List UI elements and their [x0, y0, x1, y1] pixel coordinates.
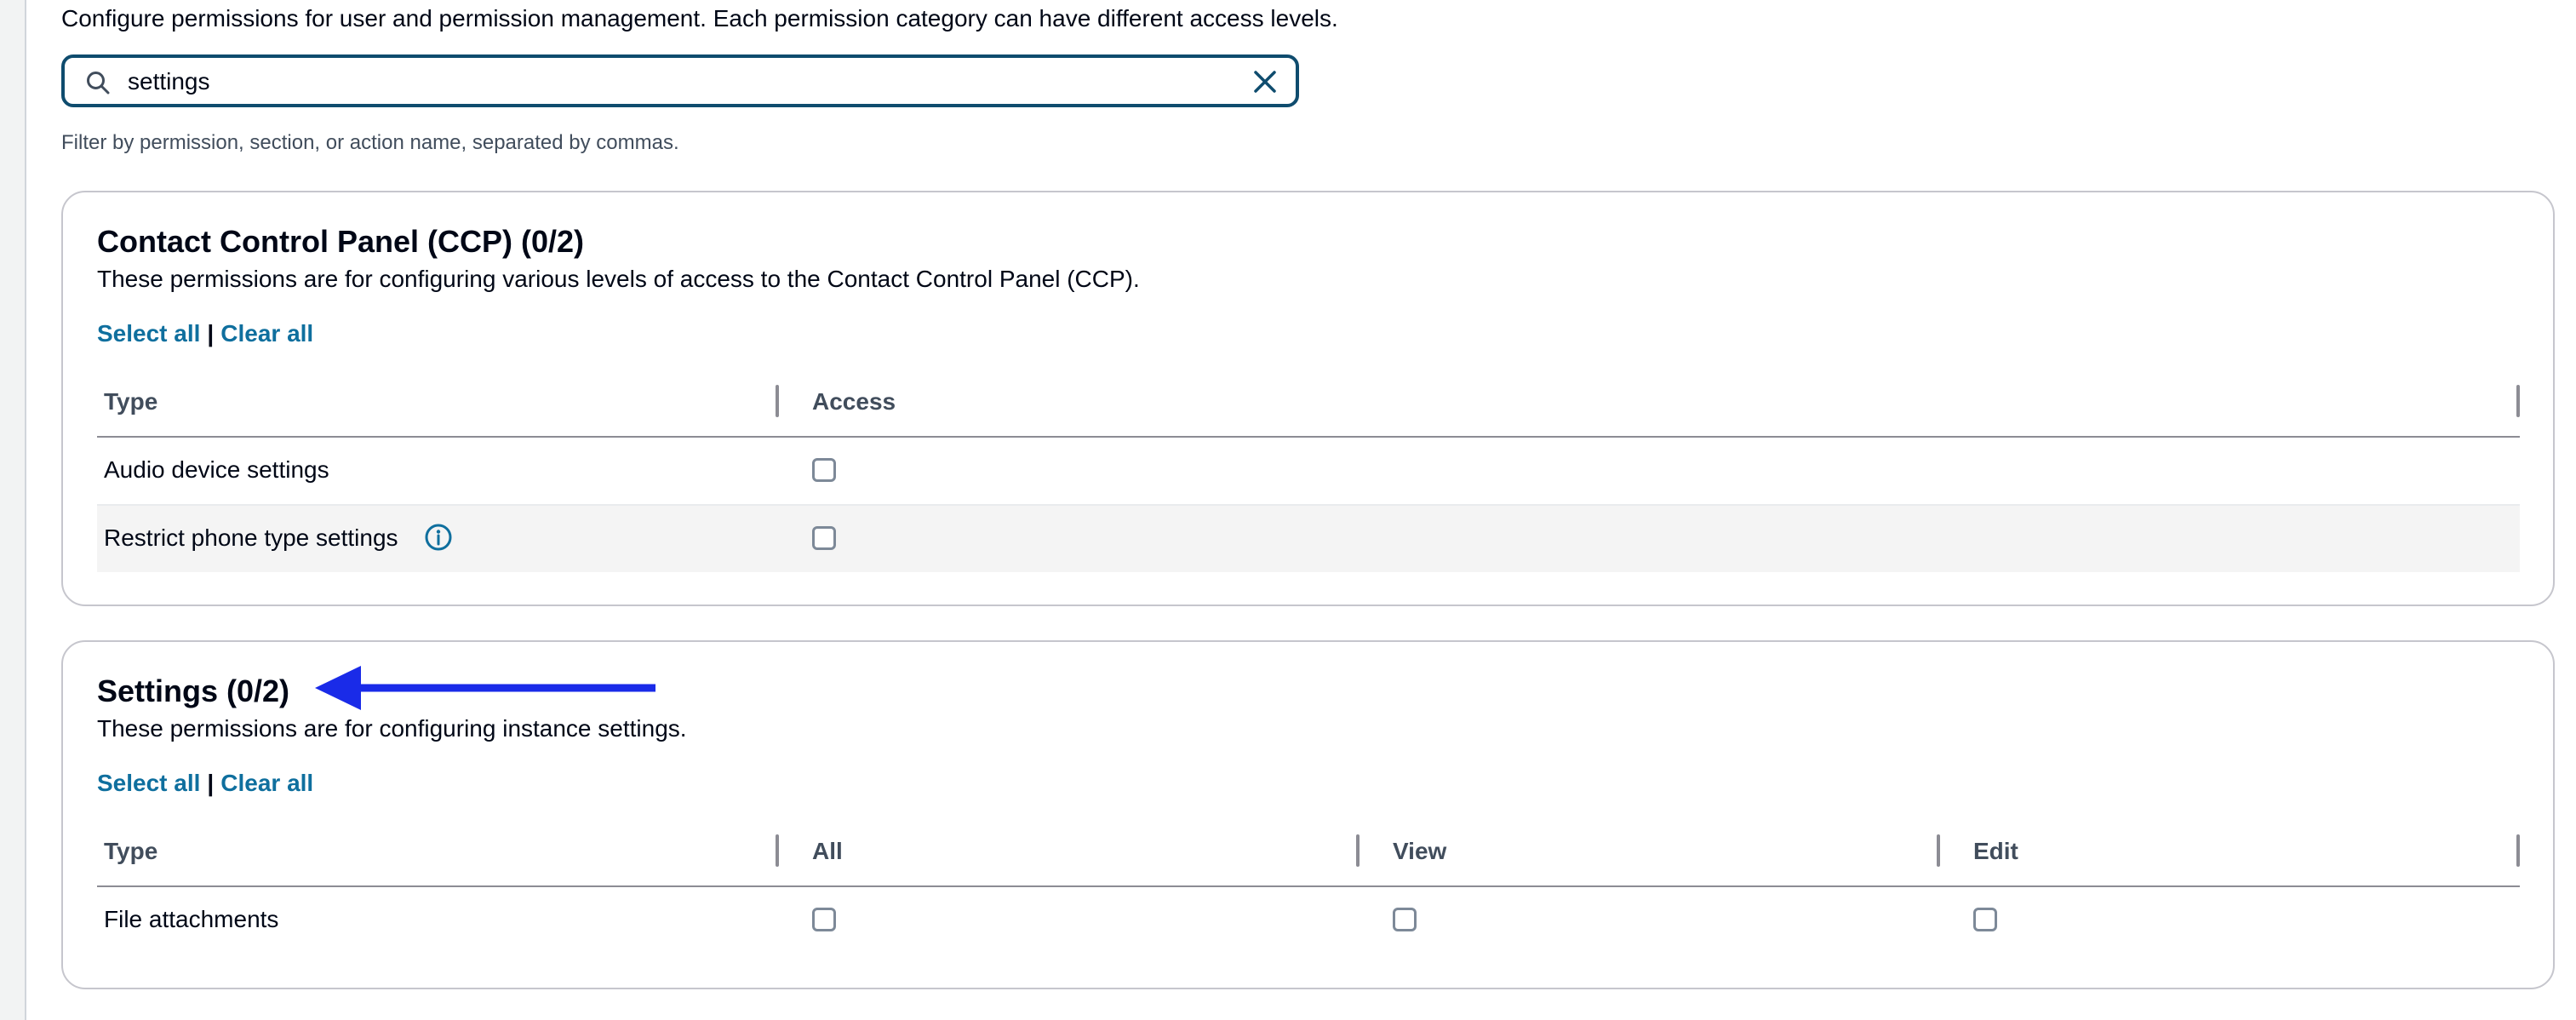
- section-description: These permissions are for configuring va…: [97, 266, 1140, 292]
- permissions-table: Type Access Audio device settings Restri…: [97, 368, 2520, 572]
- search-input[interactable]: [128, 65, 1234, 99]
- separator: |: [207, 320, 215, 347]
- column-header-access: Access: [812, 388, 896, 415]
- permission-type: Restrict phone type settings: [104, 524, 398, 551]
- page: Configure permissions for user and permi…: [0, 0, 2576, 1020]
- select-all-link[interactable]: Select all: [97, 770, 200, 796]
- column-header-type: Type: [104, 388, 158, 415]
- section-title: Contact Control Panel (CCP) (0/2): [97, 224, 585, 259]
- column-resizer[interactable]: [1937, 834, 1940, 867]
- column-resizer[interactable]: [2516, 385, 2520, 417]
- table-row: File attachments: [97, 887, 2520, 954]
- permissions-table: Type All View Edit File attachments: [97, 817, 2520, 954]
- permission-type: Audio device settings: [104, 456, 329, 483]
- table-header: Type Access: [97, 368, 2520, 438]
- access-checkbox[interactable]: [812, 458, 836, 482]
- all-checkbox[interactable]: [812, 908, 836, 931]
- column-resizer[interactable]: [776, 834, 779, 867]
- edit-checkbox[interactable]: [1973, 908, 1997, 931]
- access-checkbox[interactable]: [812, 526, 836, 550]
- permission-type: File attachments: [104, 906, 279, 932]
- column-resizer[interactable]: [1356, 834, 1360, 867]
- section-title: Settings (0/2): [97, 673, 290, 708]
- column-header-edit: Edit: [1973, 838, 2018, 864]
- table-row: Audio device settings: [97, 438, 2520, 506]
- page-description: Configure permissions for user and permi…: [61, 5, 1338, 32]
- close-icon[interactable]: [1251, 68, 1279, 95]
- column-header-view: View: [1393, 838, 1447, 864]
- search-icon: [87, 72, 110, 95]
- clear-all-link[interactable]: Clear all: [220, 770, 313, 796]
- arrow-left-icon: [315, 666, 655, 710]
- select-all-link[interactable]: Select all: [97, 320, 200, 347]
- section-description: These permissions are for configuring in…: [97, 715, 687, 742]
- column-header-all: All: [812, 838, 843, 864]
- clear-all-link[interactable]: Clear all: [220, 320, 313, 347]
- section-actions: Select all | Clear all: [97, 766, 313, 800]
- column-resizer[interactable]: [776, 385, 779, 417]
- table-header: Type All View Edit: [97, 817, 2520, 887]
- table-row: Restrict phone type settings: [97, 506, 2520, 572]
- search-help-text: Filter by permission, section, or action…: [61, 131, 679, 154]
- column-resizer[interactable]: [2516, 834, 2520, 867]
- info-icon[interactable]: [424, 523, 453, 552]
- column-header-type: Type: [104, 838, 158, 864]
- permission-section-ccp: Contact Control Panel (CCP) (0/2) These …: [61, 191, 2555, 606]
- section-actions: Select all | Clear all: [97, 317, 313, 351]
- search-field[interactable]: [61, 54, 1299, 107]
- separator: |: [207, 770, 215, 796]
- left-rail: [0, 0, 26, 1020]
- view-checkbox[interactable]: [1393, 908, 1417, 931]
